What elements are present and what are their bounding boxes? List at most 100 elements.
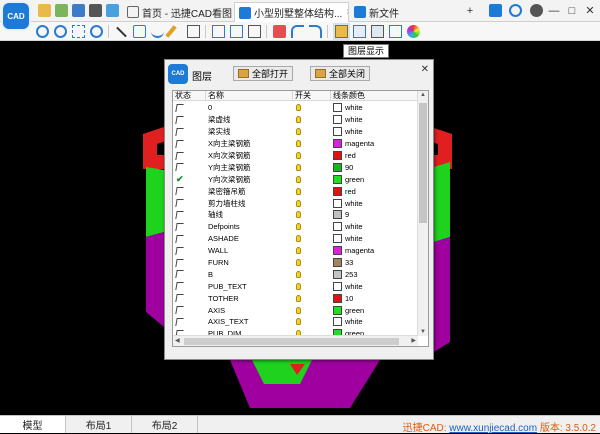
- row-line-color[interactable]: white: [331, 126, 418, 138]
- table-row[interactable]: 梁实线 white: [173, 126, 418, 138]
- tab-layout1[interactable]: 布局1: [66, 416, 132, 433]
- dialog-close-button[interactable]: ✕: [421, 64, 429, 75]
- row-state[interactable]: [173, 126, 206, 138]
- table-row[interactable]: AXIS_TEXT white: [173, 316, 418, 328]
- table-row[interactable]: WALL magenta: [173, 245, 418, 257]
- save-icon[interactable]: [72, 4, 85, 17]
- tab-drawing[interactable]: 小型别墅整体结构... ×: [234, 2, 349, 22]
- row-switch[interactable]: [293, 114, 331, 126]
- table-row[interactable]: ASHADE white: [173, 233, 418, 245]
- row-switch[interactable]: [293, 233, 331, 245]
- undo-icon[interactable]: [291, 25, 304, 38]
- table-row[interactable]: X向主梁钢筋 magenta: [173, 138, 418, 150]
- window-close-button[interactable]: ✕: [582, 3, 598, 19]
- color-icon[interactable]: [407, 25, 420, 38]
- view-icon[interactable]: [389, 25, 402, 38]
- layer-display-icon[interactable]: [335, 25, 348, 38]
- row-state[interactable]: [173, 245, 206, 257]
- scroll-up-icon[interactable]: ▲: [420, 92, 426, 98]
- table-row[interactable]: 剪力墙柱线 white: [173, 197, 418, 209]
- row-state[interactable]: [173, 221, 206, 233]
- zoom-extents-icon[interactable]: [90, 25, 103, 38]
- row-switch[interactable]: [293, 173, 331, 185]
- row-state[interactable]: [173, 257, 206, 269]
- row-line-color[interactable]: white: [331, 114, 418, 126]
- scrollbar-thumb[interactable]: [184, 338, 399, 345]
- row-switch[interactable]: [293, 197, 331, 209]
- row-line-color[interactable]: red: [331, 150, 418, 162]
- row-line-color[interactable]: magenta: [331, 138, 418, 150]
- row-state[interactable]: [173, 102, 206, 114]
- tab-home[interactable]: 首页 - 迅捷CAD看图: [123, 2, 233, 22]
- table-row[interactable]: 轴线 9: [173, 209, 418, 221]
- column-line-color[interactable]: 线条颜色: [331, 91, 418, 101]
- row-line-color[interactable]: 33: [331, 257, 418, 269]
- row-state[interactable]: [173, 280, 206, 292]
- tab-model[interactable]: 模型: [0, 416, 66, 433]
- row-state[interactable]: [173, 209, 206, 221]
- table-row[interactable]: B 253: [173, 268, 418, 280]
- zoom-icon[interactable]: [509, 4, 522, 17]
- eraser-icon[interactable]: [273, 25, 286, 38]
- table-row[interactable]: FURN 33: [173, 257, 418, 269]
- row-state[interactable]: ✔: [173, 173, 206, 185]
- table-row[interactable]: 梁虚线 white: [173, 114, 418, 126]
- row-state[interactable]: [173, 197, 206, 209]
- row-switch[interactable]: [293, 185, 331, 197]
- close-all-button[interactable]: 全部关闭: [310, 66, 371, 81]
- zoom-window-icon[interactable]: [72, 25, 85, 38]
- table-row[interactable]: PUB_TEXT white: [173, 280, 418, 292]
- table-row[interactable]: 梁密箍吊筋 red: [173, 185, 418, 197]
- row-state[interactable]: [173, 185, 206, 197]
- row-switch[interactable]: [293, 126, 331, 138]
- row-switch[interactable]: [293, 161, 331, 173]
- zoom-out-icon[interactable]: [54, 25, 67, 38]
- scroll-right-icon[interactable]: ▶: [411, 337, 416, 344]
- table-row[interactable]: Y向主梁钢筋 90: [173, 161, 418, 173]
- print-icon[interactable]: [89, 4, 102, 17]
- table-row[interactable]: TOTHER 10: [173, 292, 418, 304]
- row-state[interactable]: [173, 161, 206, 173]
- row-state[interactable]: [173, 268, 206, 280]
- measure-icon[interactable]: [187, 25, 200, 38]
- row-line-color[interactable]: white: [331, 316, 418, 328]
- row-state[interactable]: [173, 150, 206, 162]
- row-switch[interactable]: [293, 138, 331, 150]
- app-logo[interactable]: CAD: [3, 3, 29, 29]
- copy-icon[interactable]: [230, 25, 243, 38]
- column-state[interactable]: 状态: [173, 91, 206, 101]
- scroll-down-icon[interactable]: ▼: [420, 329, 426, 335]
- layout-icon[interactable]: [353, 25, 366, 38]
- spline-icon[interactable]: [151, 25, 164, 38]
- gear-icon[interactable]: [530, 4, 543, 17]
- add-tab-button[interactable]: +: [462, 3, 478, 19]
- tab-new-file[interactable]: 新文件: [350, 2, 460, 22]
- row-switch[interactable]: [293, 245, 331, 257]
- row-line-color[interactable]: green: [331, 173, 418, 185]
- zoom-in-icon[interactable]: [36, 25, 49, 38]
- close-icon[interactable]: ×: [346, 7, 348, 18]
- table-row[interactable]: X向次梁钢筋 red: [173, 150, 418, 162]
- row-line-color[interactable]: white: [331, 233, 418, 245]
- row-state[interactable]: [173, 233, 206, 245]
- vertical-scrollbar[interactable]: ▲ ▼: [417, 91, 428, 336]
- row-switch[interactable]: [293, 292, 331, 304]
- table-row[interactable]: 0 white: [173, 102, 418, 114]
- row-line-color[interactable]: 90: [331, 161, 418, 173]
- row-switch[interactable]: [293, 304, 331, 316]
- table-row[interactable]: ✔ Y向次梁钢筋 green: [173, 173, 418, 185]
- layers-icon[interactable]: [106, 4, 119, 17]
- pencil-icon[interactable]: [165, 25, 177, 38]
- table-row[interactable]: AXIS green: [173, 304, 418, 316]
- column-switch[interactable]: 开关: [293, 91, 331, 101]
- row-switch[interactable]: [293, 268, 331, 280]
- column-name[interactable]: 名称: [206, 91, 293, 101]
- row-switch[interactable]: [293, 209, 331, 221]
- row-line-color[interactable]: white: [331, 197, 418, 209]
- open-all-button[interactable]: 全部打开: [233, 66, 294, 81]
- 3d-box-icon[interactable]: [371, 25, 384, 38]
- minimize-button[interactable]: —: [546, 3, 562, 19]
- rectangle-icon[interactable]: [212, 25, 225, 38]
- tab-layout2[interactable]: 布局2: [132, 416, 198, 433]
- row-state[interactable]: [173, 114, 206, 126]
